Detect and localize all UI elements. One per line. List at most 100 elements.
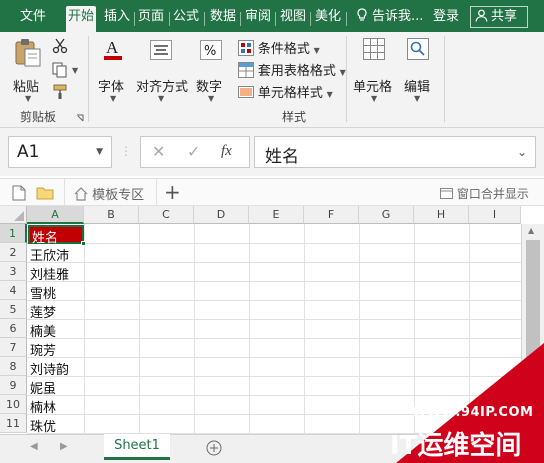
tell-me-search[interactable]: 告诉我... (356, 6, 423, 30)
column-header[interactable]: D (194, 206, 249, 224)
row-header[interactable]: 10 (0, 395, 27, 414)
gridline (27, 243, 521, 244)
column-header[interactable]: H (414, 206, 469, 224)
chevron-down-icon[interactable]: ▼ (96, 147, 103, 157)
group-divider (88, 36, 89, 122)
template-zone-tab[interactable]: 模板专区 (74, 184, 144, 203)
tab-home[interactable]: 开始 (66, 6, 97, 32)
add-sheet-icon[interactable] (206, 440, 222, 456)
row-header[interactable]: 9 (0, 376, 27, 395)
row-header[interactable]: 6 (0, 319, 27, 338)
column-header[interactable]: I (469, 206, 521, 224)
tab-view[interactable]: 视图 (280, 6, 306, 30)
document-tab-strip: 模板专区 + 窗口合并显示 (0, 178, 544, 207)
select-all-corner[interactable] (0, 206, 27, 224)
font-button[interactable]: A 字体 ▼ (94, 38, 132, 103)
row-header[interactable]: 1 (0, 224, 27, 243)
share-label: 共享 (491, 9, 518, 24)
cells-button[interactable]: 单元格 ▼ (352, 38, 396, 103)
sheet-tab-sheet1[interactable]: Sheet1 (104, 434, 170, 460)
svg-text:A: A (106, 38, 119, 57)
cell-value[interactable]: 妮虽 (30, 378, 56, 397)
row-header[interactable]: 5 (0, 300, 27, 319)
tab-review[interactable]: 审阅 (245, 6, 271, 30)
cell-styles-button[interactable]: 单元格样式 ▼ (238, 82, 333, 102)
column-header[interactable]: B (84, 206, 139, 224)
alignment-label: 对齐方式 (136, 80, 189, 95)
column-header[interactable]: F (304, 206, 359, 224)
new-file-icon[interactable] (12, 185, 26, 201)
cell-value[interactable]: 雪桃 (30, 283, 56, 302)
row-header[interactable]: 8 (0, 357, 27, 376)
scroll-right-icon[interactable]: ▶ (60, 441, 68, 452)
row-header[interactable]: 7 (0, 338, 27, 357)
tab-separator (346, 12, 347, 26)
row-header[interactable]: 2 (0, 243, 27, 262)
cell-value[interactable]: 琬芳 (30, 340, 56, 359)
gridline (27, 395, 521, 396)
copy-icon[interactable] (52, 62, 70, 78)
row-header[interactable]: 4 (0, 281, 27, 300)
cut-icon[interactable] (52, 38, 68, 54)
cell-value[interactable]: 王欣沛 (30, 245, 69, 264)
drag-handle-icon[interactable]: ⋮ (120, 144, 132, 158)
alignment-button[interactable]: 对齐方式 ▼ (134, 38, 189, 103)
column-header[interactable]: A (27, 206, 84, 224)
row-header[interactable]: 3 (0, 262, 27, 281)
paste-button[interactable]: 粘贴 ▼ (10, 38, 46, 103)
gridline (194, 224, 195, 434)
scroll-left-icon[interactable]: ◀ (30, 441, 38, 452)
gridline (359, 224, 360, 434)
name-box[interactable]: A1 ▼ (8, 136, 112, 168)
scrollbar-thumb[interactable] (526, 240, 540, 360)
tab-page-layout[interactable]: 页面 (138, 6, 164, 30)
cell-value[interactable]: 珠优 (30, 416, 56, 434)
formula-input[interactable]: 姓名 ⌄ (254, 136, 536, 168)
person-icon (475, 9, 488, 22)
share-button[interactable]: 共享 (470, 6, 528, 28)
tab-formulas[interactable]: 公式 (173, 6, 199, 30)
column-header[interactable]: G (359, 206, 414, 224)
sheet-tab-bar: ◀ ▶ Sheet1 (0, 434, 544, 463)
column-header[interactable]: C (139, 206, 194, 224)
row-header[interactable]: 11 (0, 414, 27, 433)
cell-value: 姓名 (32, 231, 59, 246)
add-tab-icon[interactable]: + (164, 180, 181, 204)
folder-icon[interactable] (36, 186, 54, 200)
cell-styles-icon (238, 86, 254, 98)
cell-value[interactable]: 刘诗韵 (30, 359, 69, 378)
tab-beautify[interactable]: 美化 (315, 6, 341, 30)
dialog-launcher-icon[interactable] (76, 114, 84, 122)
format-as-table-button[interactable]: 套用表格格式 ▼ (238, 60, 346, 80)
cell-value[interactable]: 楠林 (30, 397, 56, 416)
selected-cell-a1[interactable]: 姓名 (28, 225, 84, 246)
format-painter-icon[interactable] (52, 84, 70, 100)
cell-value[interactable]: 刘桂雅 (30, 264, 69, 283)
tab-file[interactable]: 文件 (20, 6, 46, 30)
cell-value[interactable]: 莲梦 (30, 302, 56, 321)
expand-icon[interactable]: ⌄ (517, 145, 527, 159)
fill-handle[interactable] (81, 241, 86, 246)
gridline (304, 224, 305, 434)
cell-value[interactable]: 楠美 (30, 321, 56, 340)
confirm-icon[interactable]: ✓ (187, 142, 200, 161)
number-button[interactable]: % 数字 ▼ (192, 38, 230, 103)
tab-data[interactable]: 数据 (210, 6, 236, 30)
cancel-icon[interactable]: ✕ (152, 142, 165, 161)
scroll-up-icon[interactable]: ▲ (528, 226, 534, 235)
styles-group-label: 样式 (282, 110, 307, 124)
tab-separator (134, 12, 135, 26)
gridline (27, 357, 521, 358)
column-header[interactable]: E (249, 206, 304, 224)
sign-in-link[interactable]: 登录 (433, 6, 459, 30)
group-divider (444, 36, 445, 122)
tab-insert[interactable]: 插入 (104, 6, 130, 30)
chevron-down-icon: ▼ (339, 68, 346, 77)
insert-function-icon[interactable]: fx (221, 143, 232, 160)
window-merge-toggle[interactable]: 窗口合并显示 (440, 185, 529, 203)
conditional-format-button[interactable]: 条件格式 ▼ (238, 38, 320, 58)
worksheet-grid[interactable]: A B C D E F G H I 1 2 3 4 5 6 7 8 9 10 1… (0, 206, 544, 434)
window-merge-label: 窗口合并显示 (456, 187, 529, 201)
vertical-scrollbar[interactable]: ▲ (521, 224, 544, 434)
editing-button[interactable]: 编辑 ▼ (400, 38, 436, 103)
